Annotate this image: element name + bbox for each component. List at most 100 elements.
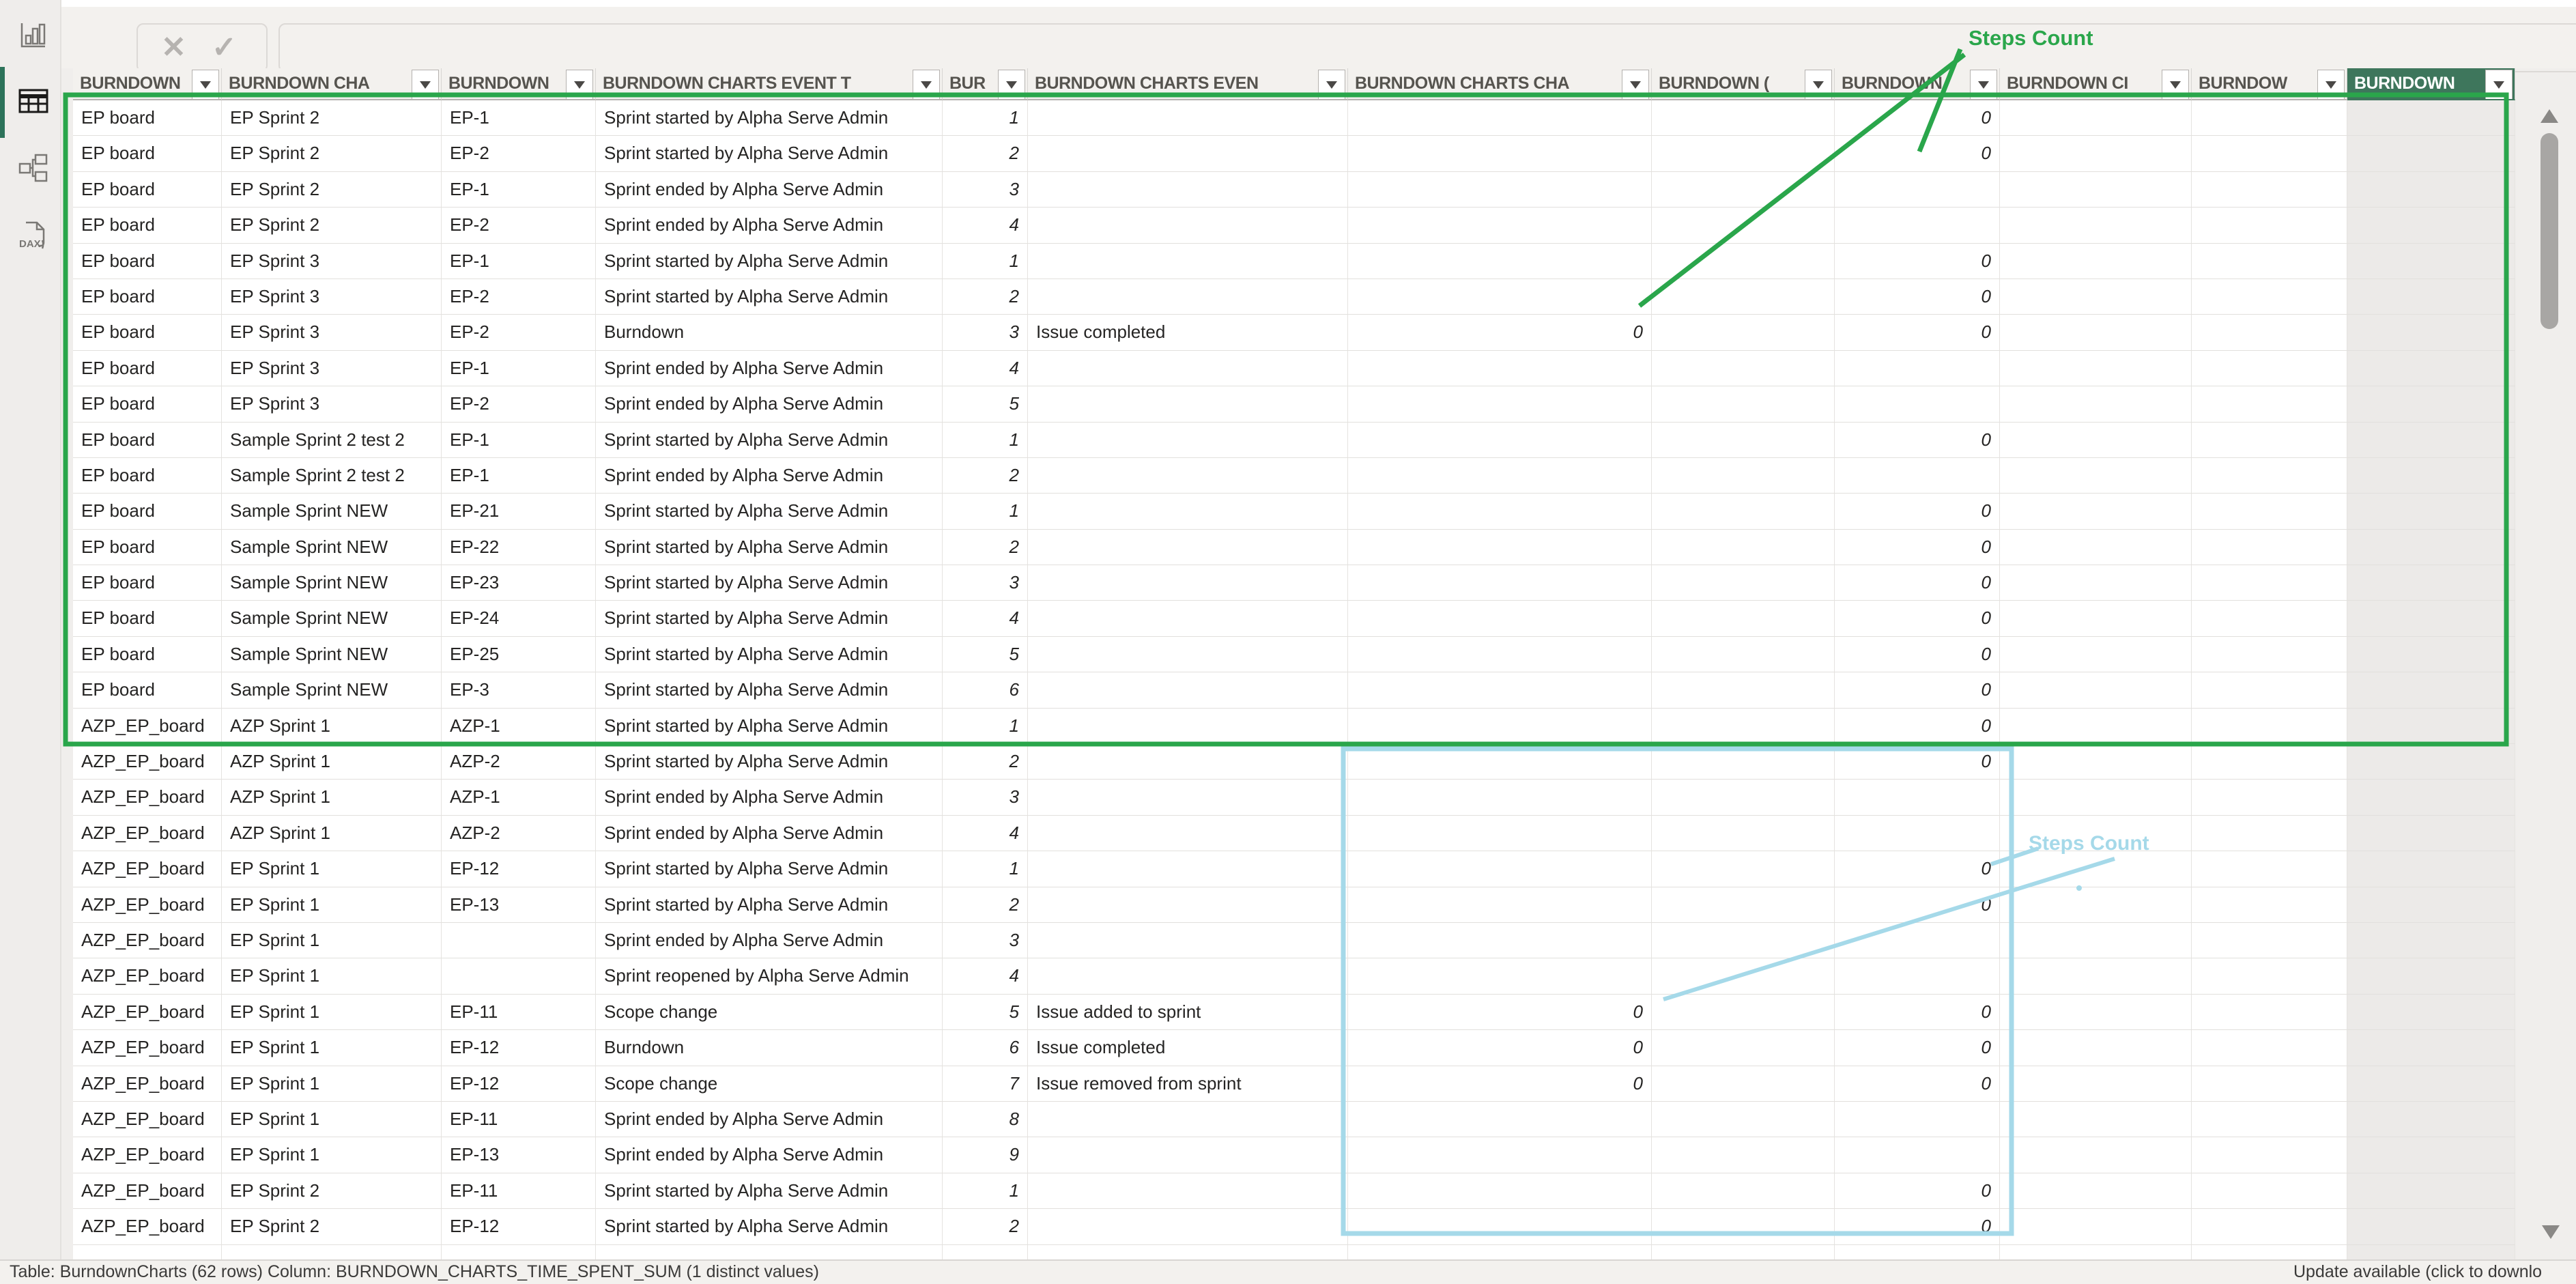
table-cell[interactable]: [2000, 530, 2192, 565]
table-cell[interactable]: [1652, 1245, 1835, 1260]
table-cell[interactable]: [2000, 1245, 2192, 1260]
table-cell[interactable]: [1028, 637, 1348, 672]
table-cell[interactable]: 2: [943, 744, 1028, 780]
table-cell[interactable]: [1028, 816, 1348, 851]
table-cell[interactable]: EP Sprint 1: [222, 958, 442, 994]
table-cell[interactable]: 0: [1835, 423, 2000, 458]
table-cell[interactable]: [2192, 601, 2347, 636]
column-header-1[interactable]: BURNDOWN: [73, 68, 222, 100]
table-cell[interactable]: [2347, 1137, 2515, 1173]
table-cell[interactable]: [2192, 530, 2347, 565]
table-cell[interactable]: [2000, 136, 2192, 171]
table-cell[interactable]: 0: [1835, 887, 2000, 923]
table-cell[interactable]: [1652, 565, 1835, 601]
table-cell[interactable]: [1028, 458, 1348, 494]
table-cell[interactable]: [1028, 780, 1348, 815]
model-view-icon[interactable]: [18, 153, 48, 183]
table-cell[interactable]: 0: [1835, 995, 2000, 1030]
table-cell[interactable]: [1348, 1245, 1652, 1260]
report-view-icon[interactable]: [18, 20, 48, 51]
table-cell[interactable]: Sprint started by Alpha Serve Admin: [596, 709, 943, 744]
table-cell[interactable]: [2000, 744, 2192, 780]
table-cell[interactable]: 0: [1835, 672, 2000, 708]
table-cell[interactable]: Sample Sprint NEW: [222, 565, 442, 601]
table-cell[interactable]: EP board: [73, 565, 222, 601]
table-cell[interactable]: EP-2: [442, 136, 596, 171]
table-cell[interactable]: EP Sprint 1: [222, 887, 442, 923]
table-cell[interactable]: Sprint started by Alpha Serve Admin: [596, 565, 943, 601]
table-cell[interactable]: [2347, 995, 2515, 1030]
table-cell[interactable]: [2347, 386, 2515, 422]
table-cell[interactable]: [2000, 958, 2192, 994]
table-cell[interactable]: [2192, 1137, 2347, 1173]
table-cell[interactable]: 0: [1835, 136, 2000, 171]
table-cell[interactable]: 0: [1348, 1030, 1652, 1066]
table-cell[interactable]: [1835, 1245, 2000, 1260]
table-cell[interactable]: Sprint started by Alpha Serve Admin: [596, 672, 943, 708]
table-cell[interactable]: EP-2: [442, 208, 596, 243]
table-cell[interactable]: [1652, 494, 1835, 529]
table-cell[interactable]: Sample Sprint NEW: [222, 530, 442, 565]
table-cell[interactable]: EP-12: [442, 851, 596, 887]
scrollbar-thumb[interactable]: [2541, 133, 2558, 329]
table-cell[interactable]: [1835, 208, 2000, 243]
table-cell[interactable]: EP Sprint 2: [222, 100, 442, 136]
table-cell[interactable]: Sprint ended by Alpha Serve Admin: [596, 780, 943, 815]
table-cell[interactable]: [2347, 530, 2515, 565]
table-cell[interactable]: [2000, 1209, 2192, 1244]
table-cell[interactable]: [2000, 100, 2192, 136]
table-cell[interactable]: EP-1: [442, 172, 596, 208]
table-cell[interactable]: [1835, 780, 2000, 815]
table-cell[interactable]: [2347, 494, 2515, 529]
table-cell[interactable]: 1: [943, 709, 1028, 744]
table-cell[interactable]: [2192, 386, 2347, 422]
column-header-6[interactable]: BURNDOWN CHARTS EVEN: [1028, 68, 1348, 100]
table-cell[interactable]: 0: [1835, 244, 2000, 279]
table-cell[interactable]: EP board: [73, 672, 222, 708]
table-cell[interactable]: 2: [943, 136, 1028, 171]
table-cell[interactable]: [1652, 208, 1835, 243]
table-cell[interactable]: Sprint ended by Alpha Serve Admin: [596, 816, 943, 851]
table-cell[interactable]: EP Sprint 1: [222, 1030, 442, 1066]
table-cell[interactable]: 7: [943, 1066, 1028, 1102]
table-cell[interactable]: AZP_EP_board: [73, 1102, 222, 1137]
table-cell[interactable]: [2192, 1245, 2347, 1260]
table-cell[interactable]: Sample Sprint NEW: [222, 637, 442, 672]
table-cell[interactable]: EP Sprint 3: [222, 244, 442, 279]
table-cell[interactable]: [2347, 1066, 2515, 1102]
column-header-10[interactable]: BURNDOWN CI: [2000, 68, 2192, 100]
table-cell[interactable]: [2192, 887, 2347, 923]
column-header-11[interactable]: BURNDOW: [2192, 68, 2347, 100]
table-cell[interactable]: 6: [943, 1030, 1028, 1066]
table-cell[interactable]: 5: [943, 386, 1028, 422]
table-cell[interactable]: Sprint started by Alpha Serve Admin: [596, 601, 943, 636]
table-cell[interactable]: EP-13: [442, 887, 596, 923]
cancel-icon[interactable]: ✕: [161, 30, 186, 66]
table-cell[interactable]: Issue completed: [1028, 1030, 1348, 1066]
table-cell[interactable]: [2192, 423, 2347, 458]
table-cell[interactable]: [1652, 672, 1835, 708]
table-cell[interactable]: 9: [943, 1137, 1028, 1173]
table-cell[interactable]: 0: [1835, 530, 2000, 565]
table-cell[interactable]: EP board: [73, 351, 222, 386]
filter-dropdown-icon[interactable]: [998, 70, 1025, 100]
table-cell[interactable]: [2347, 1030, 2515, 1066]
table-cell[interactable]: [2347, 1245, 2515, 1260]
table-cell[interactable]: [2192, 995, 2347, 1030]
table-cell[interactable]: [2347, 923, 2515, 958]
table-cell[interactable]: Sprint started by Alpha Serve Admin: [596, 1173, 943, 1209]
table-cell[interactable]: [2347, 100, 2515, 136]
table-cell[interactable]: 0: [1835, 279, 2000, 315]
table-cell[interactable]: EP-2: [442, 386, 596, 422]
filter-dropdown-icon[interactable]: [913, 70, 940, 100]
table-cell[interactable]: [1652, 244, 1835, 279]
table-cell[interactable]: [1652, 530, 1835, 565]
table-cell[interactable]: [2000, 816, 2192, 851]
table-cell[interactable]: [1835, 351, 2000, 386]
commit-icon[interactable]: ✓: [212, 30, 237, 66]
table-cell[interactable]: EP Sprint 1: [222, 923, 442, 958]
table-cell[interactable]: 3: [943, 172, 1028, 208]
filter-dropdown-icon[interactable]: [412, 70, 439, 100]
table-cell[interactable]: [1028, 1245, 1348, 1260]
table-cell[interactable]: AZP Sprint 1: [222, 780, 442, 815]
